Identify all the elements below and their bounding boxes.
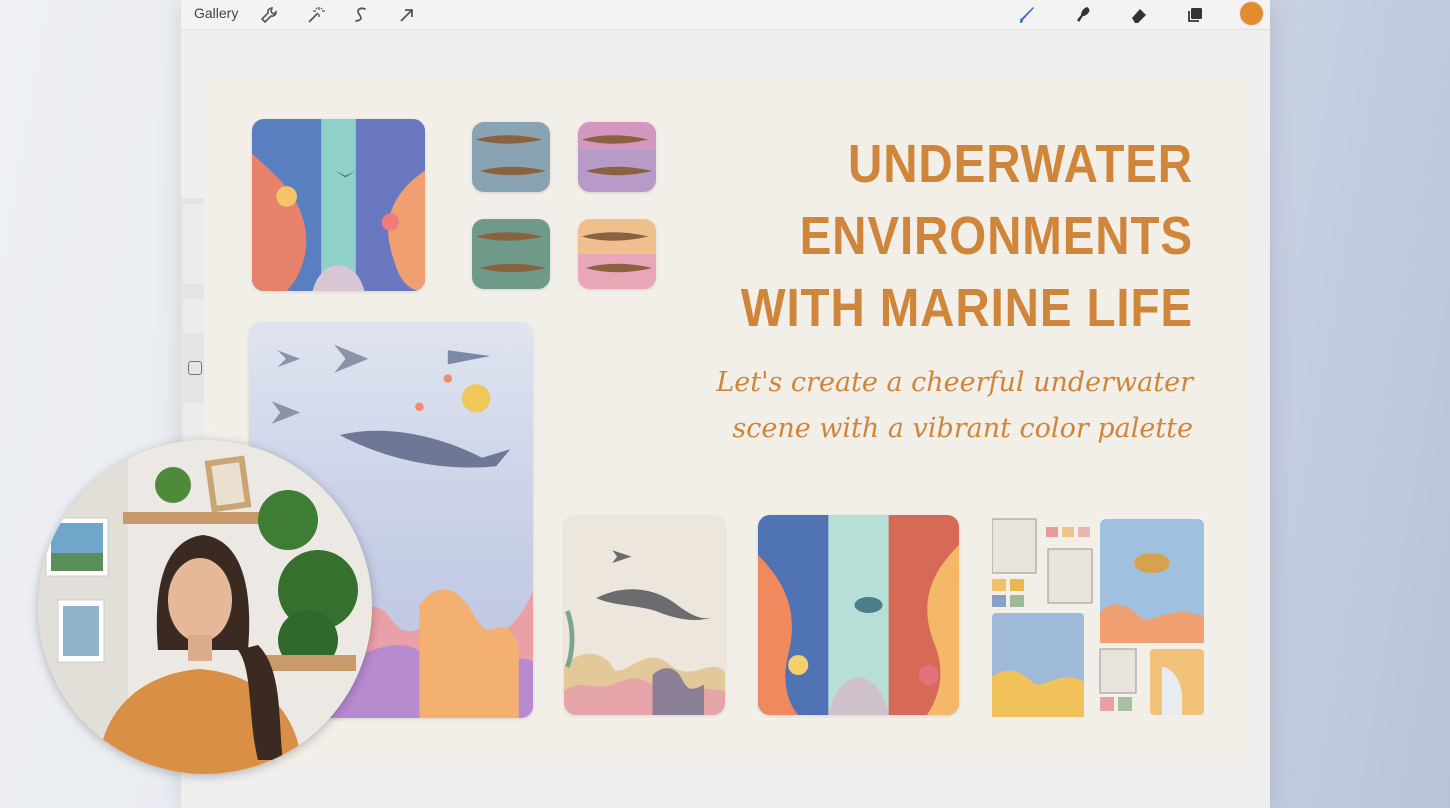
smudge-icon[interactable] [1071,3,1095,27]
manta-ray-artwork [564,515,725,715]
layers-icon[interactable] [1183,3,1207,27]
wrench-icon[interactable] [257,3,281,27]
presenter-webcam [38,440,372,774]
canvas-subtitle: Let's create a cheerful underwater scene… [716,367,1193,444]
eraser-icon[interactable] [1127,3,1151,27]
brush-icon[interactable] [1015,3,1039,27]
magic-wand-icon[interactable] [303,3,327,27]
turtle-reef-artwork [758,515,959,715]
leopard-shark-peach-swatch [578,219,656,289]
color-picker-button[interactable] [1240,2,1263,25]
leopard-shark-green-swatch [472,219,550,289]
leopard-shark-blue-swatch [472,122,550,192]
gallery-button[interactable]: Gallery [194,5,238,21]
selection-icon[interactable] [349,3,373,27]
coral-reef-artwork [252,119,425,291]
leopard-shark-purple-swatch [578,122,656,192]
presenter-video-frame [38,440,372,774]
top-toolbar: Gallery [181,0,1270,30]
color-palette-sheet [992,517,1205,717]
canvas-title: UNDERWATER ENVIRONMENTS WITH MARINE LIFE [740,134,1193,338]
modify-button[interactable] [188,361,202,375]
transform-arrow-icon[interactable] [395,3,419,27]
